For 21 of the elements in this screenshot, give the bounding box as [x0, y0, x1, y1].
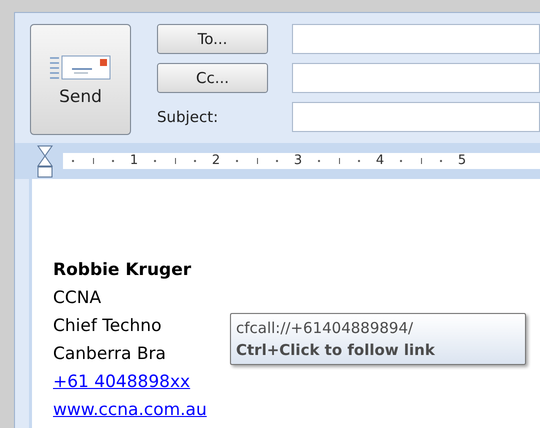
send-button[interactable]: Send [30, 24, 131, 135]
link[interactable]: +61 4048898xx [53, 368, 190, 396]
ruler-number: 1 [128, 153, 140, 169]
signature-line: CCNA [53, 287, 102, 310]
subject-field[interactable] [292, 102, 540, 132]
ruler-number: 2 [210, 153, 222, 169]
address-field[interactable] [292, 24, 540, 54]
tooltip-url: cfcall://+61404889894/ [236, 318, 414, 339]
signature-name: Robbie Kruger [53, 259, 192, 282]
address-button[interactable]: To... [157, 24, 268, 54]
ruler-number: 4 [374, 153, 386, 169]
tooltip-hint: Ctrl+Click to follow link [236, 340, 436, 361]
ruler-number: 3 [292, 153, 304, 169]
ruler-number: 5 [456, 153, 468, 169]
address-button[interactable]: Cc... [157, 63, 268, 93]
signature-line: Canberra Bra [53, 343, 166, 366]
envelope-icon [50, 55, 112, 81]
link[interactable]: www.ccna.com.au [53, 396, 207, 424]
subject-label: Subject: [157, 106, 220, 128]
signature-line: Chief Techno [53, 315, 162, 338]
address-field[interactable] [292, 63, 540, 93]
